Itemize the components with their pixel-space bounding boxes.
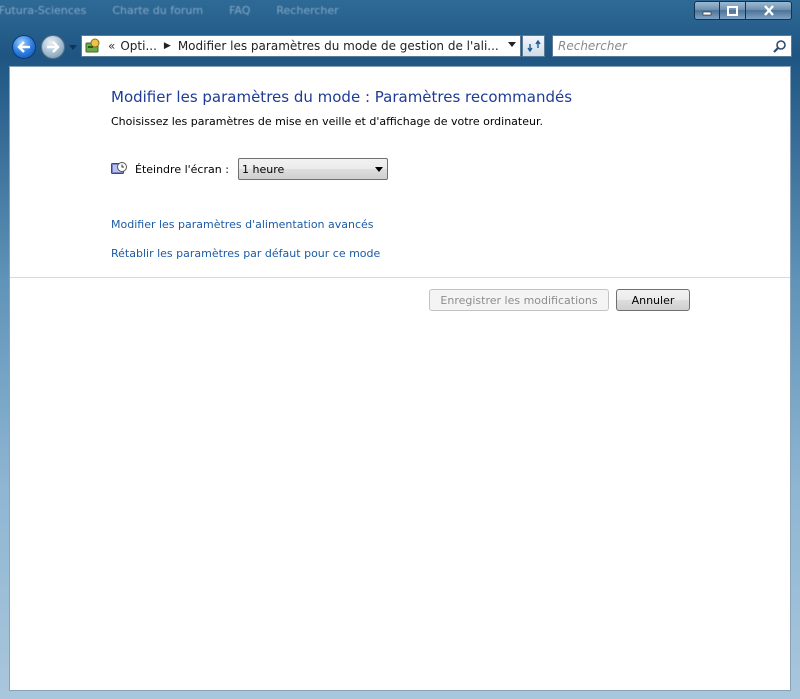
display-off-label: Éteindre l'écran : (135, 162, 229, 176)
forward-arrow-icon (47, 41, 60, 53)
display-off-value: 1 heure (242, 162, 285, 176)
refresh-icon (526, 39, 541, 53)
background-link: FAQ (229, 4, 251, 17)
page-subtitle: Choisissez les paramètres de mise en vei… (111, 115, 543, 128)
save-button[interactable]: Enregistrer les modifications (429, 289, 609, 311)
back-arrow-icon (17, 41, 30, 53)
background-link: sur Futura-Sciences (0, 4, 87, 17)
maximize-icon (727, 5, 738, 16)
caption-buttons (694, 1, 792, 22)
forward-button[interactable] (41, 35, 65, 59)
maximize-button[interactable] (720, 1, 746, 20)
search-input[interactable] (553, 36, 758, 56)
page-title: Modifier les paramètres du mode : Paramè… (111, 88, 573, 106)
background-link: Rechercher (276, 4, 339, 17)
address-bar[interactable]: « Opti... ▶ Modifier les paramètres du m… (81, 35, 521, 57)
search-icon[interactable] (773, 39, 787, 53)
background-link: Charte du forum (112, 4, 204, 17)
minimize-button[interactable] (694, 1, 720, 20)
restore-defaults-link[interactable]: Rétablir les paramètres par défaut pour … (111, 247, 380, 260)
close-icon (763, 5, 774, 16)
monitor-clock-icon (111, 162, 127, 174)
refresh-button[interactable] (522, 35, 545, 57)
divider (10, 277, 790, 278)
address-dropdown-icon[interactable] (508, 42, 516, 47)
cancel-button[interactable]: Annuler (616, 289, 690, 311)
breadcrumb-item-edit-plan[interactable]: Modifier les paramètres du mode de gesti… (178, 39, 499, 53)
control-panel-icon (84, 38, 102, 54)
recent-pages-button[interactable] (68, 42, 78, 52)
chevron-down-icon (375, 167, 383, 172)
breadcrumb-overflow[interactable]: « (108, 39, 115, 53)
breadcrumb-item-power-options[interactable]: Opti... (120, 39, 157, 53)
advanced-settings-link[interactable]: Modifier les paramètres d'alimentation a… (111, 218, 374, 231)
content-pane: Modifier les paramètres du mode : Paramè… (9, 66, 791, 691)
background-page-links: sur Futura-Sciences Charte du forum FAQ … (0, 4, 339, 20)
breadcrumb-separator-icon[interactable]: ▶ (164, 41, 171, 51)
chevron-down-icon (69, 44, 77, 50)
display-off-select[interactable]: 1 heure (238, 158, 388, 180)
window-frame: sur Futura-Sciences Charte du forum FAQ … (0, 0, 800, 699)
display-off-row: Éteindre l'écran : 1 heure (111, 158, 388, 180)
minimize-icon (702, 11, 712, 15)
back-button[interactable] (12, 35, 36, 59)
close-button[interactable] (746, 1, 792, 20)
navigation-bar: « Opti... ▶ Modifier les paramètres du m… (8, 32, 792, 62)
search-box (552, 35, 792, 57)
